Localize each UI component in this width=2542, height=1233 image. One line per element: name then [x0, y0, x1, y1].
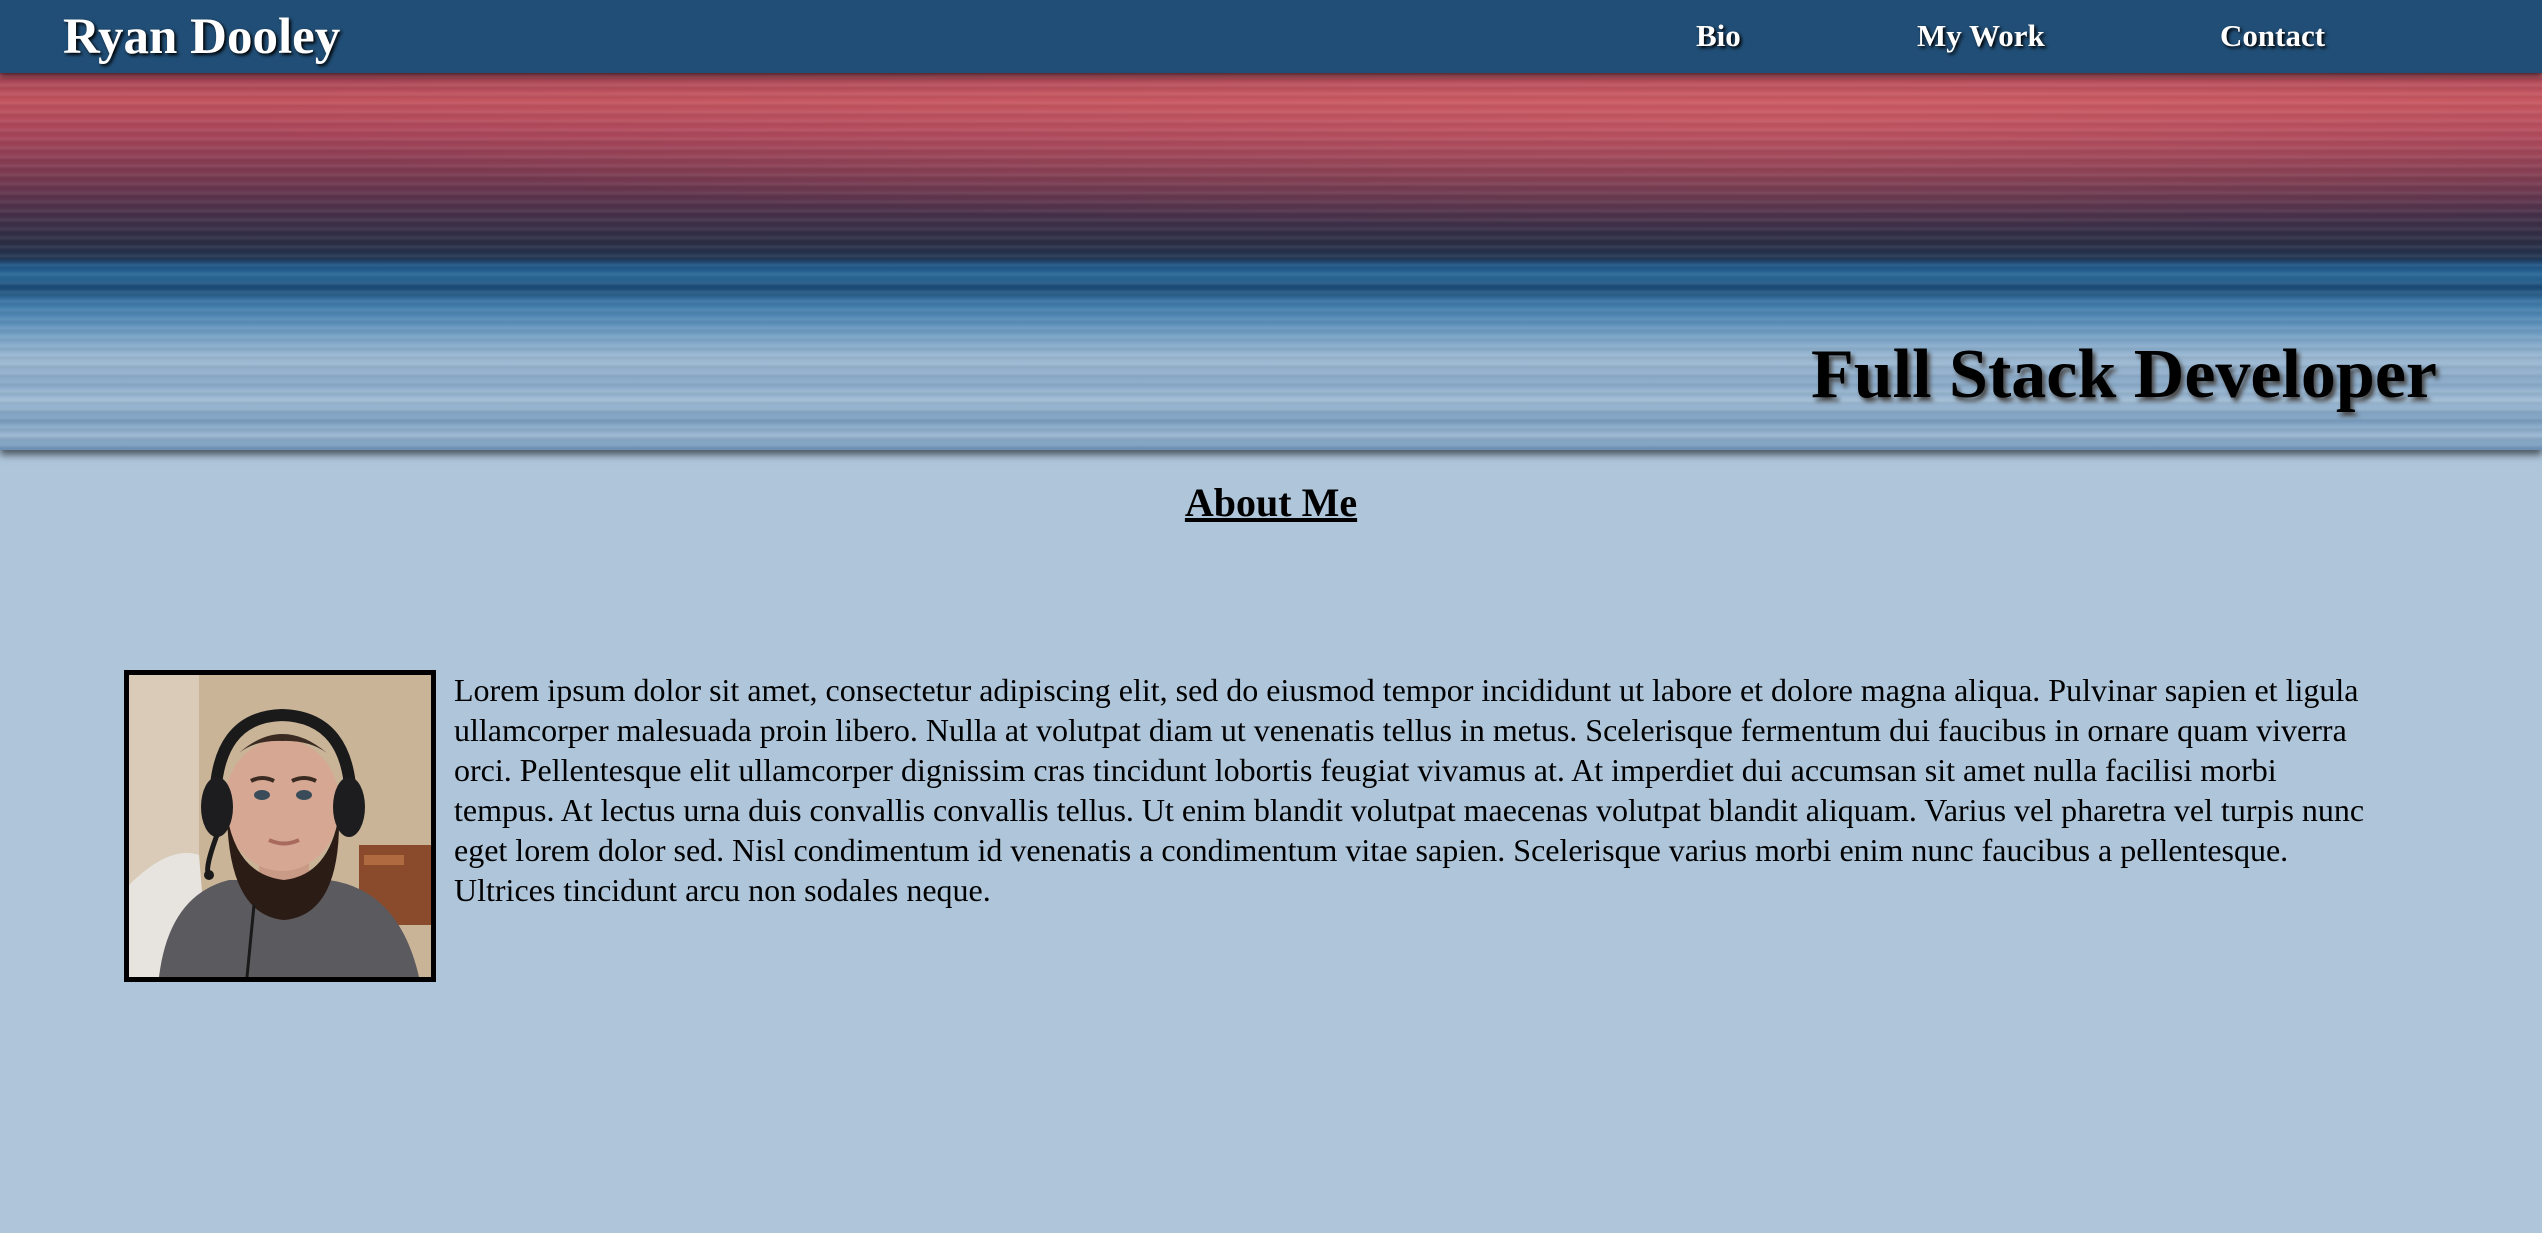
hero-banner: Full Stack Developer — [0, 73, 2542, 450]
about-paragraph: Lorem ipsum dolor sit amet, consectetur … — [454, 672, 2365, 908]
top-navbar: Ryan Dooley Bio My Work Contact — [0, 0, 2542, 73]
nav-link-bio[interactable]: Bio — [1696, 16, 1741, 56]
hero-title: Full Stack Developer — [1810, 336, 2437, 413]
nav-link-my-work[interactable]: My Work — [1917, 16, 2045, 56]
profile-photo — [124, 670, 436, 982]
nav-link-contact[interactable]: Contact — [2220, 16, 2325, 56]
profile-photo-illustration — [129, 675, 431, 977]
site-brand[interactable]: Ryan Dooley — [63, 6, 340, 68]
about-heading: About Me — [1184, 480, 1358, 525]
